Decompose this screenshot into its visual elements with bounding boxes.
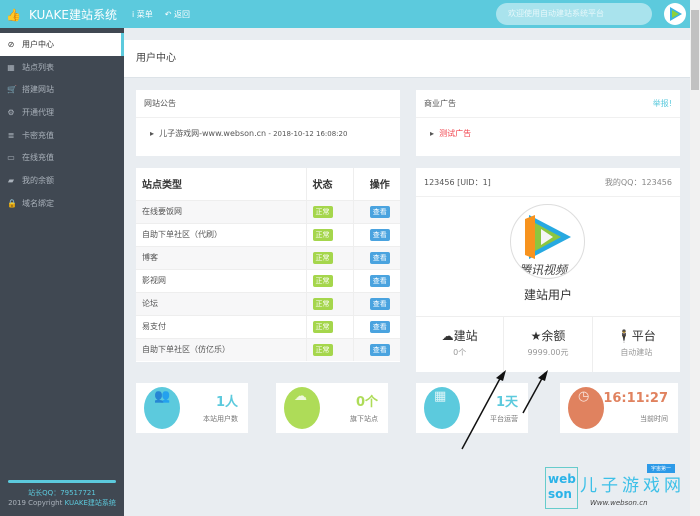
watermark-text: 儿子游戏网 xyxy=(580,476,685,496)
watermark-logo: web son 儿子游戏网 宇宙第一 Www.webson.cn xyxy=(545,464,695,512)
annotation-arrows xyxy=(461,370,548,450)
watermark-tag: 宇宙第一 xyxy=(647,464,676,473)
scrollbar[interactable] xyxy=(690,0,700,516)
watermark-url: Www.webson.cn xyxy=(590,499,648,507)
